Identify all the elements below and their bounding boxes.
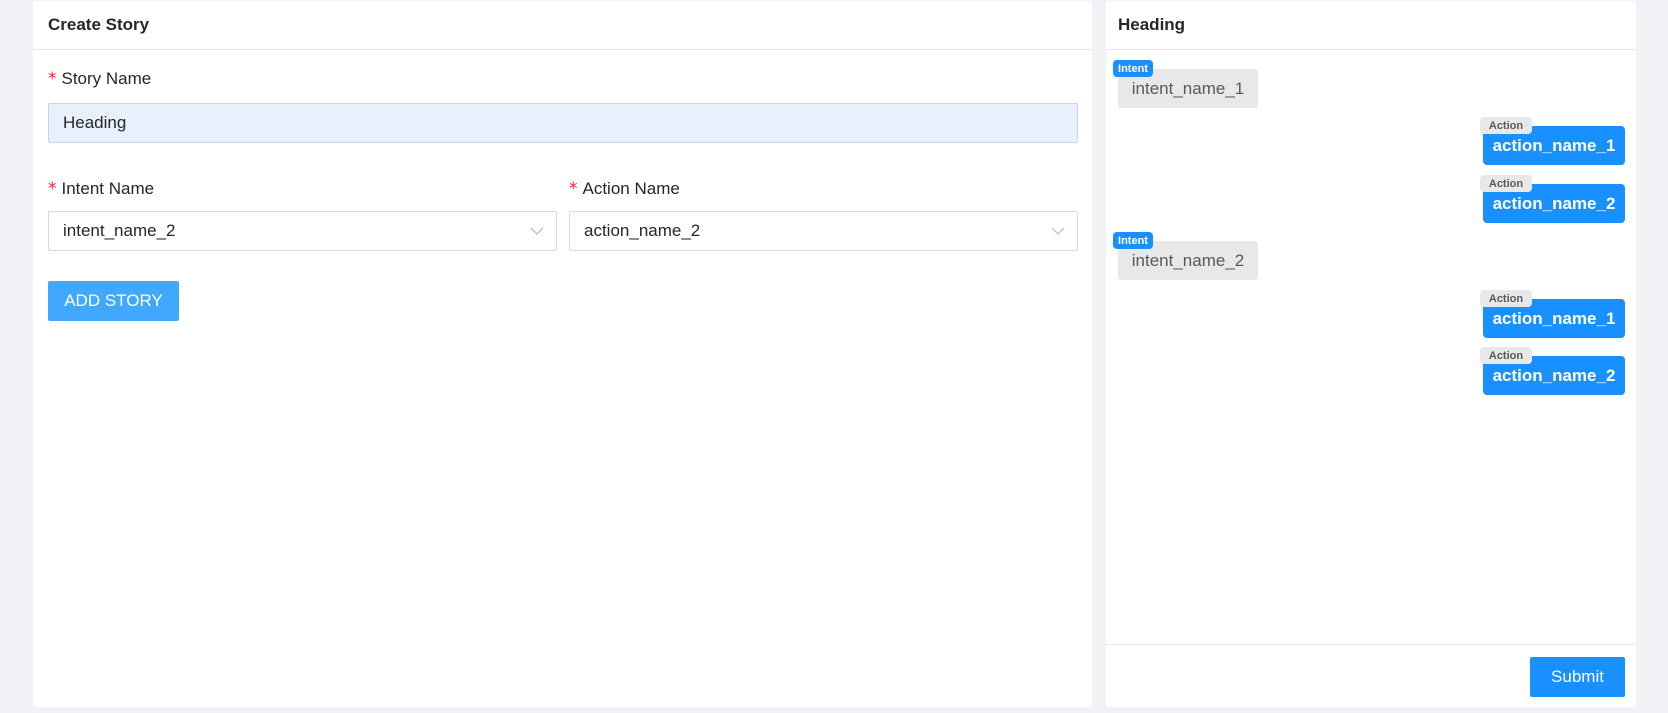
submit-button[interactable]: Submit [1530,657,1625,697]
list-item: action_name_1 Action [1106,117,1636,165]
required-mark: * [48,69,57,89]
list-item: intent_name_2 Intent [1106,232,1636,280]
action-name-label-text: Action Name [582,179,680,198]
story-name-input[interactable]: Heading [48,103,1078,143]
story-name-label-text: Story Name [61,69,152,88]
list-item: action_name_2 Action [1106,175,1636,223]
footer-divider [1106,644,1636,645]
intent-name-label: * Intent Name [48,179,154,199]
create-story-panel: Create Story * Story Name Heading * Intent… [33,1,1092,707]
action-tag: Action [1480,175,1532,192]
add-story-button[interactable]: ADD STORY [48,281,179,321]
action-tag: Action [1480,290,1532,307]
intent-name-label-text: Intent Name [61,179,155,198]
action-tag: Action [1480,347,1532,364]
story-name-value: Heading [63,113,127,132]
intent-select-value: intent_name_2 [63,221,176,240]
list-item: action_name_2 Action [1106,347,1636,395]
story-name-label: * Story Name [48,69,151,89]
story-preview-panel: Heading intent_name_1 Intent action_name… [1106,1,1636,707]
chevron-down-icon [1051,227,1065,235]
intent-name-select[interactable]: intent_name_2 [48,211,557,251]
preview-title: Heading [1106,1,1636,50]
action-tag: Action [1480,117,1532,134]
action-name-select[interactable]: action_name_2 [569,211,1078,251]
list-item: intent_name_1 Intent [1106,60,1636,108]
chevron-down-icon [530,227,544,235]
action-name-label: * Action Name [569,179,680,199]
required-mark: * [569,179,578,199]
list-item: action_name_1 Action [1106,290,1636,338]
required-mark: * [48,179,57,199]
create-story-title: Create Story [33,1,1092,50]
intent-tag: Intent [1113,60,1153,77]
intent-tag: Intent [1113,232,1153,249]
action-select-value: action_name_2 [584,221,701,240]
